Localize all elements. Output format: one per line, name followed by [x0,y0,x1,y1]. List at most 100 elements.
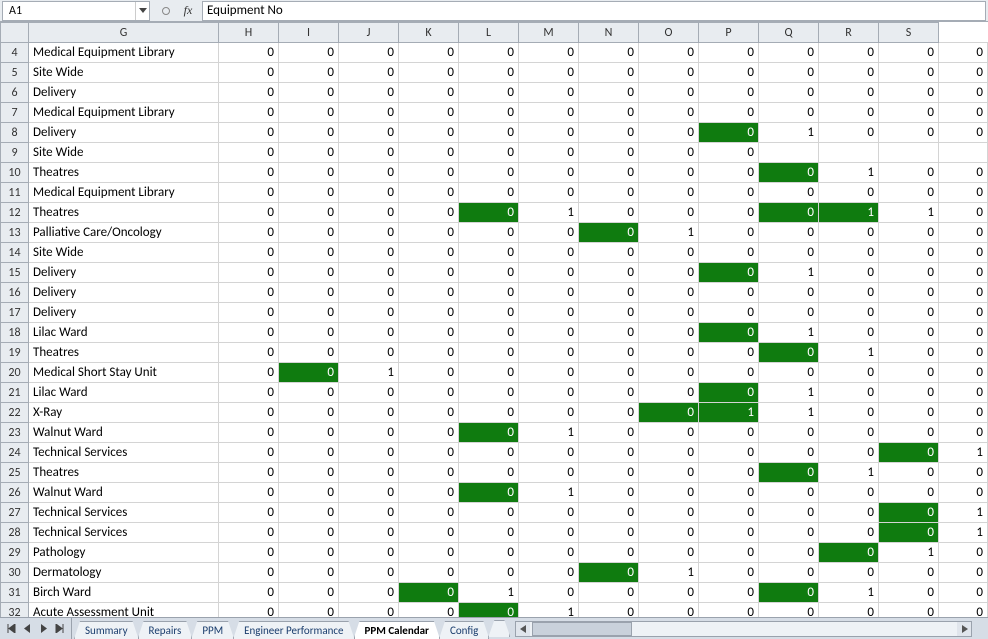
cell[interactable]: Theatres [29,343,219,363]
row-header[interactable]: 13 [1,223,29,243]
cell[interactable]: 0 [759,103,819,123]
cell[interactable]: 0 [699,83,759,103]
cell[interactable]: 0 [579,243,639,263]
cell[interactable]: 0 [699,503,759,523]
cell[interactable]: 0 [579,503,639,523]
cell[interactable]: 0 [819,63,879,83]
sheet-tab[interactable]: Engineer Performance [233,621,354,639]
cell[interactable]: 0 [399,343,459,363]
cell[interactable]: 0 [879,563,939,583]
cell[interactable]: 0 [699,63,759,83]
cell[interactable]: 0 [399,163,459,183]
cell[interactable]: 1 [819,203,879,223]
cell[interactable]: 0 [399,583,459,603]
cell[interactable]: 0 [879,63,939,83]
cell[interactable]: 0 [699,523,759,543]
scroll-thumb[interactable] [532,622,632,636]
cell[interactable]: 0 [879,523,939,543]
cell[interactable]: 0 [759,163,819,183]
cell[interactable]: 0 [219,323,279,343]
cell[interactable]: 0 [639,163,699,183]
cell[interactable]: Lilac Ward [29,383,219,403]
cell[interactable]: 0 [639,263,699,283]
cell[interactable]: 1 [939,443,988,463]
cell[interactable]: 0 [219,203,279,223]
cell[interactable]: Technical Services [29,523,219,543]
cell[interactable]: 0 [399,63,459,83]
cell[interactable]: 0 [939,323,988,343]
cell[interactable]: 0 [879,463,939,483]
cell[interactable]: 0 [279,443,339,463]
cell[interactable]: 0 [879,183,939,203]
new-sheet-tab[interactable] [488,620,510,637]
cell[interactable]: 0 [279,283,339,303]
cell[interactable]: 0 [219,343,279,363]
cell[interactable]: 0 [699,383,759,403]
cell[interactable]: 0 [879,583,939,603]
cell[interactable]: 1 [819,343,879,363]
cell[interactable]: 0 [279,223,339,243]
cell[interactable]: 0 [219,403,279,423]
column-header[interactable]: N [579,23,639,43]
cell[interactable]: 0 [519,583,579,603]
column-header[interactable]: J [339,23,399,43]
cell[interactable]: 0 [579,583,639,603]
cell[interactable]: 0 [819,243,879,263]
cell[interactable]: Acute Assessment Unit [29,603,219,618]
row-header[interactable]: 4 [1,43,29,63]
cell[interactable]: 0 [639,43,699,63]
cell[interactable]: 0 [339,203,399,223]
horizontal-scrollbar[interactable] [515,621,972,637]
cell[interactable]: 0 [759,503,819,523]
cell[interactable]: 0 [939,123,988,143]
cell[interactable]: 0 [639,103,699,123]
cell[interactable]: 0 [819,83,879,103]
cell[interactable]: Delivery [29,283,219,303]
cell[interactable]: 0 [279,143,339,163]
cell[interactable]: 1 [879,203,939,223]
cell[interactable]: 0 [699,163,759,183]
cell[interactable]: Medical Equipment Library [29,43,219,63]
cell[interactable]: 0 [699,423,759,443]
cell[interactable]: 0 [339,103,399,123]
cell[interactable]: 0 [519,363,579,383]
cell[interactable]: 0 [459,223,519,243]
cell[interactable]: 0 [579,423,639,443]
cell[interactable]: 0 [579,83,639,103]
cell[interactable]: 0 [939,483,988,503]
cell[interactable]: 0 [879,103,939,123]
cell[interactable]: 0 [819,603,879,618]
cell[interactable]: 0 [339,123,399,143]
cell[interactable]: 0 [579,323,639,343]
cell[interactable]: 0 [519,383,579,403]
cell[interactable]: 0 [819,223,879,243]
cell[interactable]: 0 [279,483,339,503]
cell[interactable]: 0 [699,303,759,323]
cell[interactable]: 0 [399,263,459,283]
cell[interactable]: 0 [279,423,339,443]
cell[interactable]: 0 [579,603,639,618]
cell[interactable]: 0 [759,363,819,383]
cell[interactable]: 0 [759,463,819,483]
cell[interactable]: 0 [339,583,399,603]
cell[interactable]: 0 [459,243,519,263]
cell[interactable]: Delivery [29,303,219,323]
cell[interactable]: 0 [339,603,399,618]
row-header[interactable]: 24 [1,443,29,463]
cell[interactable]: 0 [939,283,988,303]
cell[interactable]: 0 [699,223,759,243]
cell[interactable]: 0 [579,363,639,383]
cell[interactable]: 1 [639,223,699,243]
scroll-right-button[interactable] [957,622,971,636]
cell[interactable]: 0 [219,523,279,543]
cell[interactable]: 0 [459,383,519,403]
cell[interactable]: 0 [699,123,759,143]
cell[interactable]: 0 [399,483,459,503]
cell[interactable]: Birch Ward [29,583,219,603]
row-header[interactable]: 23 [1,423,29,443]
spreadsheet-grid[interactable]: GHIJKLMNOPQRS 4Medical Equipment Library… [0,22,988,617]
cell[interactable]: 0 [399,43,459,63]
cell[interactable]: 0 [519,43,579,63]
cell[interactable]: Walnut Ward [29,483,219,503]
select-all-corner[interactable] [1,23,29,43]
